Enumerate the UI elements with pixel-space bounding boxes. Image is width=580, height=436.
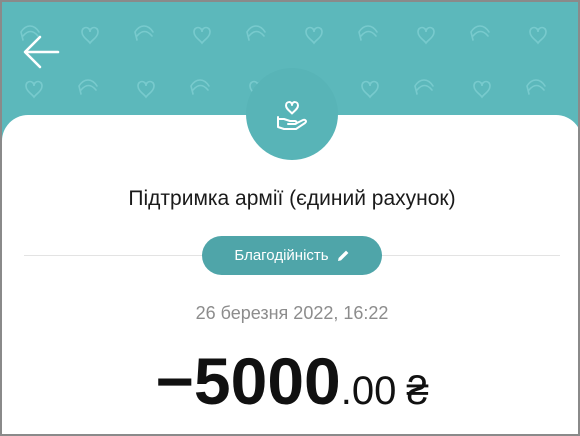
amount-decimal: .00 <box>340 369 397 413</box>
pencil-icon <box>337 250 348 261</box>
arrow-left-icon <box>23 35 60 69</box>
divider-right <box>380 255 560 256</box>
currency-symbol: ₴ <box>406 369 429 413</box>
transaction-details-screen: Підтримка армії (єдиний рахунок) Благоді… <box>0 0 580 436</box>
divider-left <box>24 255 204 256</box>
heart-in-hand-icon <box>277 101 307 130</box>
category-label: Благодійність <box>234 247 329 264</box>
amount-sign: − <box>155 344 194 418</box>
transaction-amount: −5000.00 ₴ <box>2 338 578 434</box>
transaction-date: 26 березня 2022, 16:22 <box>195 303 389 323</box>
category-button[interactable]: Благодійність <box>202 236 382 275</box>
transaction-title: Підтримка армії (єдиний рахунок) <box>128 187 456 210</box>
back-button[interactable] <box>20 32 64 72</box>
amount-integer: 5000 <box>193 344 341 418</box>
transaction-avatar <box>246 68 338 160</box>
